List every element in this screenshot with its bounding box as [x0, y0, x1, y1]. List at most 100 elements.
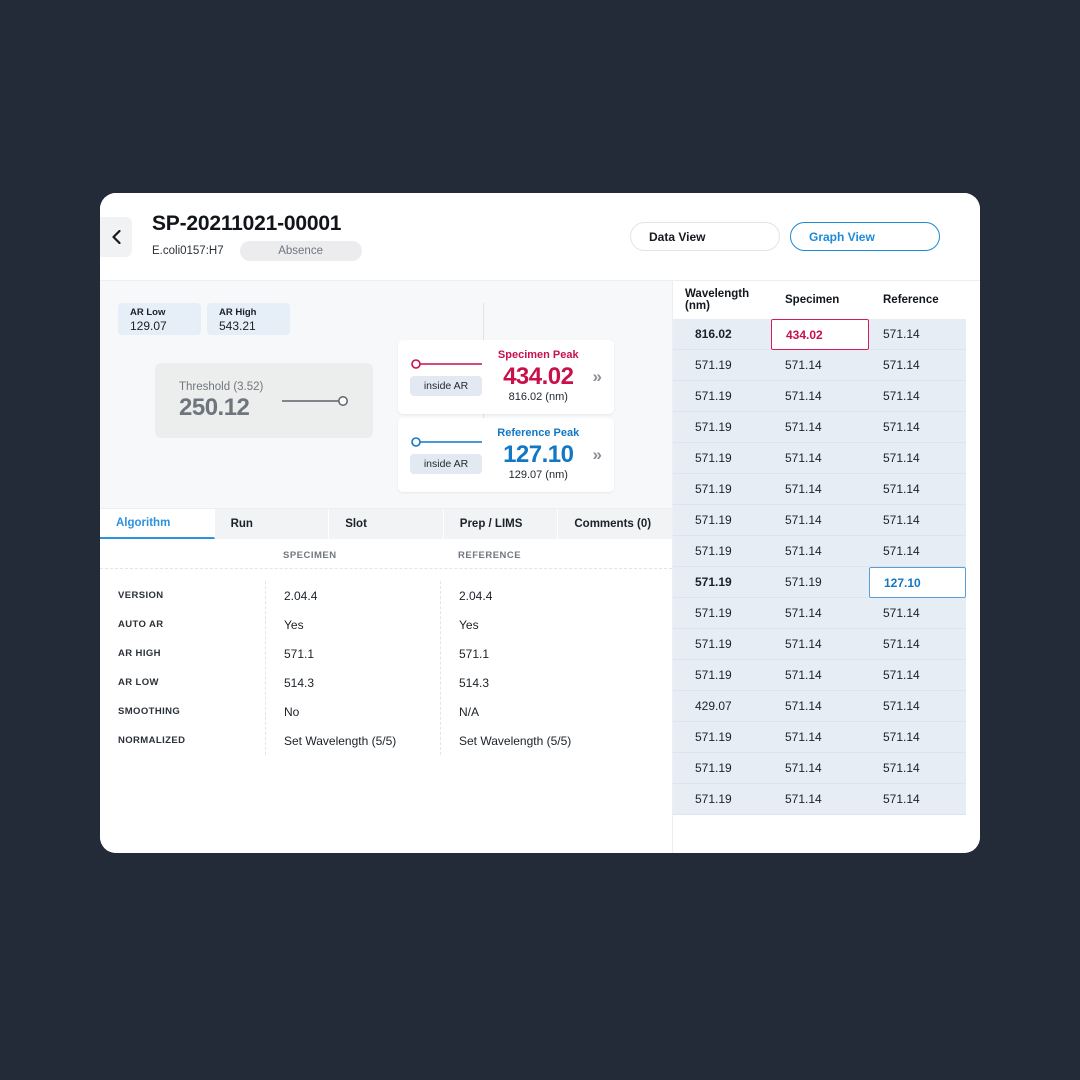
- cell-wavelength[interactable]: 571.19: [673, 784, 771, 815]
- cell-specimen[interactable]: 571.14: [771, 474, 869, 505]
- cell-wavelength[interactable]: 429.07: [673, 691, 771, 722]
- cell-reference[interactable]: 571.14: [869, 443, 966, 474]
- specimen-peak-expand-icon[interactable]: »: [589, 367, 606, 387]
- cell-specimen[interactable]: 571.14: [771, 505, 869, 536]
- reference-peak-card[interactable]: inside AR Reference Peak 127.10 129.07 (…: [398, 418, 614, 492]
- cell-reference[interactable]: 571.14: [869, 660, 966, 691]
- ar-low-value: 129.07: [130, 318, 167, 333]
- cell-reference[interactable]: 571.14: [869, 350, 966, 381]
- cell-wavelength[interactable]: 571.19: [673, 722, 771, 753]
- cell-reference[interactable]: 571.14: [869, 536, 966, 567]
- cell-wavelength[interactable]: 816.02: [673, 319, 771, 350]
- tab-comments[interactable]: Comments (0): [558, 509, 672, 539]
- cell-specimen[interactable]: 434.02: [771, 319, 869, 350]
- table-row[interactable]: 571.19 571.14 571.14: [673, 412, 980, 443]
- cell-wavelength[interactable]: 571.19: [673, 598, 771, 629]
- reference-peak-slider[interactable]: [410, 436, 488, 448]
- table-row[interactable]: 571.19 571.14 571.14: [673, 598, 980, 629]
- algorithm-value: 2.04.4: [284, 588, 318, 603]
- cell-wavelength[interactable]: 571.19: [673, 350, 771, 381]
- cell-specimen[interactable]: 571.19: [771, 567, 869, 598]
- reference-peak-label: Reference Peak: [497, 427, 580, 440]
- threshold-card: Threshold (3.52) 250.12: [155, 363, 373, 438]
- tab-run[interactable]: Run: [214, 509, 330, 539]
- cell-specimen[interactable]: 571.14: [771, 722, 869, 753]
- algorithm-col-reference: REFERENCE: [458, 549, 522, 561]
- cell-specimen[interactable]: 571.14: [771, 753, 869, 784]
- cell-specimen[interactable]: 571.14: [771, 660, 869, 691]
- cell-reference[interactable]: 571.14: [869, 753, 966, 784]
- data-view-button[interactable]: Data View: [630, 222, 780, 251]
- cell-wavelength[interactable]: 571.19: [673, 567, 771, 598]
- cell-specimen[interactable]: 571.14: [771, 350, 869, 381]
- cell-wavelength[interactable]: 571.19: [673, 536, 771, 567]
- cell-specimen[interactable]: 571.14: [771, 784, 869, 815]
- algorithm-value: No: [284, 704, 300, 719]
- specimen-peak-value: 434.02: [503, 362, 574, 390]
- peak-card-group: inside AR Specimen Peak 434.02 816.02 (n…: [398, 340, 614, 496]
- algorithm-key: AR LOW: [118, 677, 159, 688]
- cell-wavelength[interactable]: 571.19: [673, 474, 771, 505]
- cell-specimen[interactable]: 571.14: [771, 691, 869, 722]
- table-row[interactable]: 571.19 571.14 571.14: [673, 536, 980, 567]
- table-row[interactable]: 571.19 571.14 571.14: [673, 629, 980, 660]
- data-table-body[interactable]: 816.02 434.02 571.14 571.19 571.14 571.14 571.…: [673, 319, 980, 853]
- algorithm-panel: SPECIMEN REFERENCE VERSION AUTO AR AR HI…: [100, 539, 672, 853]
- cell-reference[interactable]: 571.14: [869, 598, 966, 629]
- cell-specimen[interactable]: 571.14: [771, 536, 869, 567]
- algorithm-value: 2.04.4: [459, 588, 493, 603]
- cell-reference[interactable]: 571.14: [869, 381, 966, 412]
- table-row[interactable]: 571.19 571.19 127.10: [673, 567, 980, 598]
- cell-wavelength[interactable]: 571.19: [673, 629, 771, 660]
- reference-peak-expand-icon[interactable]: »: [589, 445, 606, 465]
- graph-view-button[interactable]: Graph View: [790, 222, 940, 251]
- page-title: SP-20211021-00001: [152, 211, 342, 235]
- table-row[interactable]: 571.19 571.14 571.14: [673, 660, 980, 691]
- cell-reference[interactable]: 571.14: [869, 474, 966, 505]
- cell-specimen[interactable]: 571.14: [771, 412, 869, 443]
- cell-specimen[interactable]: 571.14: [771, 381, 869, 412]
- record-header: SP-20211021-00001 E.coli0157:H7 Absence …: [100, 193, 980, 281]
- cell-wavelength[interactable]: 571.19: [673, 660, 771, 691]
- cell-reference[interactable]: 571.14: [869, 784, 966, 815]
- table-row[interactable]: 571.19 571.14 571.14: [673, 784, 980, 815]
- cell-specimen[interactable]: 571.14: [771, 598, 869, 629]
- table-row[interactable]: 571.19 571.14 571.14: [673, 474, 980, 505]
- cell-reference[interactable]: 571.14: [869, 629, 966, 660]
- threshold-slider[interactable]: [281, 394, 349, 408]
- table-row[interactable]: 816.02 434.02 571.14: [673, 319, 980, 350]
- organism-label: E.coli0157:H7: [152, 245, 224, 258]
- cell-wavelength[interactable]: 571.19: [673, 381, 771, 412]
- cell-reference[interactable]: 571.14: [869, 722, 966, 753]
- cell-wavelength[interactable]: 571.19: [673, 443, 771, 474]
- data-table-header: Wavelength (nm) Specimen Reference: [673, 281, 980, 319]
- table-row[interactable]: 571.19 571.14 571.14: [673, 381, 980, 412]
- cell-reference[interactable]: 571.14: [869, 505, 966, 536]
- table-row[interactable]: 571.19 571.14 571.14: [673, 753, 980, 784]
- status-badge: Absence: [239, 241, 362, 262]
- algorithm-specimen-column: 2.04.4 Yes 571.1 514.3 No Set Wavelength…: [265, 581, 440, 755]
- table-row[interactable]: 571.19 571.14 571.14: [673, 443, 980, 474]
- data-table-panel: Wavelength (nm) Specimen Reference 816.0…: [672, 281, 980, 853]
- cell-reference[interactable]: 571.14: [869, 319, 966, 350]
- cell-specimen[interactable]: 571.14: [771, 443, 869, 474]
- back-button[interactable]: [100, 216, 132, 257]
- cell-reference[interactable]: 571.14: [869, 412, 966, 443]
- cell-wavelength[interactable]: 571.19: [673, 753, 771, 784]
- table-row[interactable]: 571.19 571.14 571.14: [673, 350, 980, 381]
- cell-wavelength[interactable]: 571.19: [673, 412, 771, 443]
- tab-slot[interactable]: Slot: [329, 509, 444, 539]
- application-window: SP-20211021-00001 E.coli0157:H7 Absence …: [100, 193, 980, 853]
- tab-algorithm[interactable]: Algorithm: [100, 509, 215, 539]
- specimen-peak-slider[interactable]: [410, 358, 488, 370]
- tab-prep-lims[interactable]: Prep / LIMS: [443, 509, 559, 539]
- cell-wavelength[interactable]: 571.19: [673, 505, 771, 536]
- table-row[interactable]: 429.07 571.14 571.14: [673, 691, 980, 722]
- specimen-peak-card[interactable]: inside AR Specimen Peak 434.02 816.02 (n…: [398, 340, 614, 414]
- cell-reference[interactable]: 127.10: [869, 567, 966, 598]
- cell-specimen[interactable]: 571.14: [771, 629, 869, 660]
- table-row[interactable]: 571.19 571.14 571.14: [673, 722, 980, 753]
- cell-reference[interactable]: 571.14: [869, 691, 966, 722]
- table-row[interactable]: 571.19 571.14 571.14: [673, 505, 980, 536]
- record-title-block: SP-20211021-00001 E.coli0157:H7 Absence: [152, 211, 362, 262]
